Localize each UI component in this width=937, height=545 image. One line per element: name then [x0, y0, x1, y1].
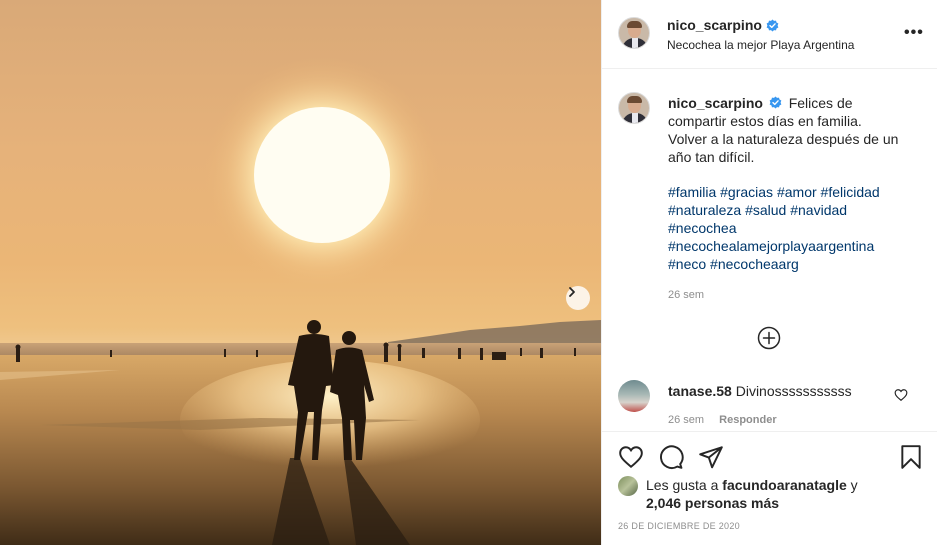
hashtag[interactable]: #amor — [777, 184, 817, 200]
bookmark-icon[interactable] — [898, 444, 924, 470]
heart-icon[interactable] — [894, 388, 908, 402]
hashtag[interactable]: #necochealamejorplayaargentina — [668, 238, 874, 254]
hashtag[interactable]: #gracias — [720, 184, 773, 200]
caption-username[interactable]: nico_scarpino — [668, 95, 763, 111]
comment-body: Divinosssssssssss — [735, 383, 852, 399]
commenter-avatar[interactable] — [618, 380, 650, 412]
hashtag[interactable]: #felicidad — [821, 184, 880, 200]
post-date[interactable]: 26 DE DICIEMBRE DE 2020 — [618, 521, 740, 531]
caption-author-avatar[interactable] — [618, 92, 650, 124]
verified-badge-icon — [769, 96, 782, 109]
post-photo[interactable] — [0, 0, 601, 545]
next-photo-button[interactable] — [566, 286, 590, 310]
hashtag[interactable]: #naturaleza — [668, 202, 741, 218]
comment-icon[interactable] — [658, 444, 684, 470]
hashtag[interactable]: #salud — [745, 202, 786, 218]
commenter-username[interactable]: tanase.58 — [668, 383, 732, 399]
post-location[interactable]: Necochea la mejor Playa Argentina — [667, 38, 854, 52]
hashtag[interactable]: #neco — [668, 256, 706, 272]
plus-circle-icon[interactable] — [757, 326, 781, 350]
verified-badge-icon — [766, 18, 779, 32]
hashtag[interactable]: #necochea — [668, 220, 737, 236]
post-actions: Les gusta a facundoaranatagle y 2,046 pe… — [602, 431, 937, 545]
likes-prefix: Les gusta a — [646, 477, 719, 493]
comment-meta: 26 sem Responder — [668, 414, 777, 426]
caption-text: nico_scarpino Felices de compartir estos… — [668, 94, 908, 166]
liker-username[interactable]: facundoaranatagle — [722, 477, 846, 493]
reply-button[interactable]: Responder — [719, 414, 776, 426]
hashtag-list: #familia #gracias #amor #felicidad #natu… — [668, 183, 908, 273]
likes-joiner: y — [850, 477, 858, 493]
hashtag[interactable]: #navidad — [790, 202, 847, 218]
chevron-right-icon — [569, 287, 575, 297]
hashtag[interactable]: #necocheaarg — [710, 256, 799, 272]
post-side-panel: nico_scarpino Necochea la mejor Playa Ar… — [601, 0, 937, 545]
author-avatar[interactable] — [618, 17, 650, 49]
more-options-icon[interactable]: ••• — [904, 25, 924, 41]
author-username-row: nico_scarpino — [667, 17, 779, 33]
comment-text: tanase.58 Divinosssssssssss — [668, 383, 852, 399]
caption-line-2: Volver a la naturaleza después de un año… — [668, 131, 899, 165]
likes-others[interactable]: 2,046 personas más — [646, 495, 779, 511]
beach-sunset-image — [0, 57, 601, 545]
share-icon[interactable] — [698, 444, 724, 470]
likes-text: Les gusta a facundoaranatagle y 2,046 pe… — [646, 476, 858, 512]
likes-summary: Les gusta a facundoaranatagle y 2,046 pe… — [618, 476, 918, 512]
liker-avatar[interactable] — [618, 476, 638, 496]
comment-timestamp[interactable]: 26 sem — [668, 414, 704, 426]
post-header: nico_scarpino Necochea la mejor Playa Ar… — [602, 0, 937, 69]
caption-timestamp[interactable]: 26 sem — [668, 289, 704, 301]
heart-icon[interactable] — [618, 444, 644, 470]
comment-item: tanase.58 Divinosssssssssss 26 sem Respo… — [602, 370, 937, 430]
hashtag[interactable]: #familia — [668, 184, 716, 200]
author-username[interactable]: nico_scarpino — [667, 17, 762, 33]
